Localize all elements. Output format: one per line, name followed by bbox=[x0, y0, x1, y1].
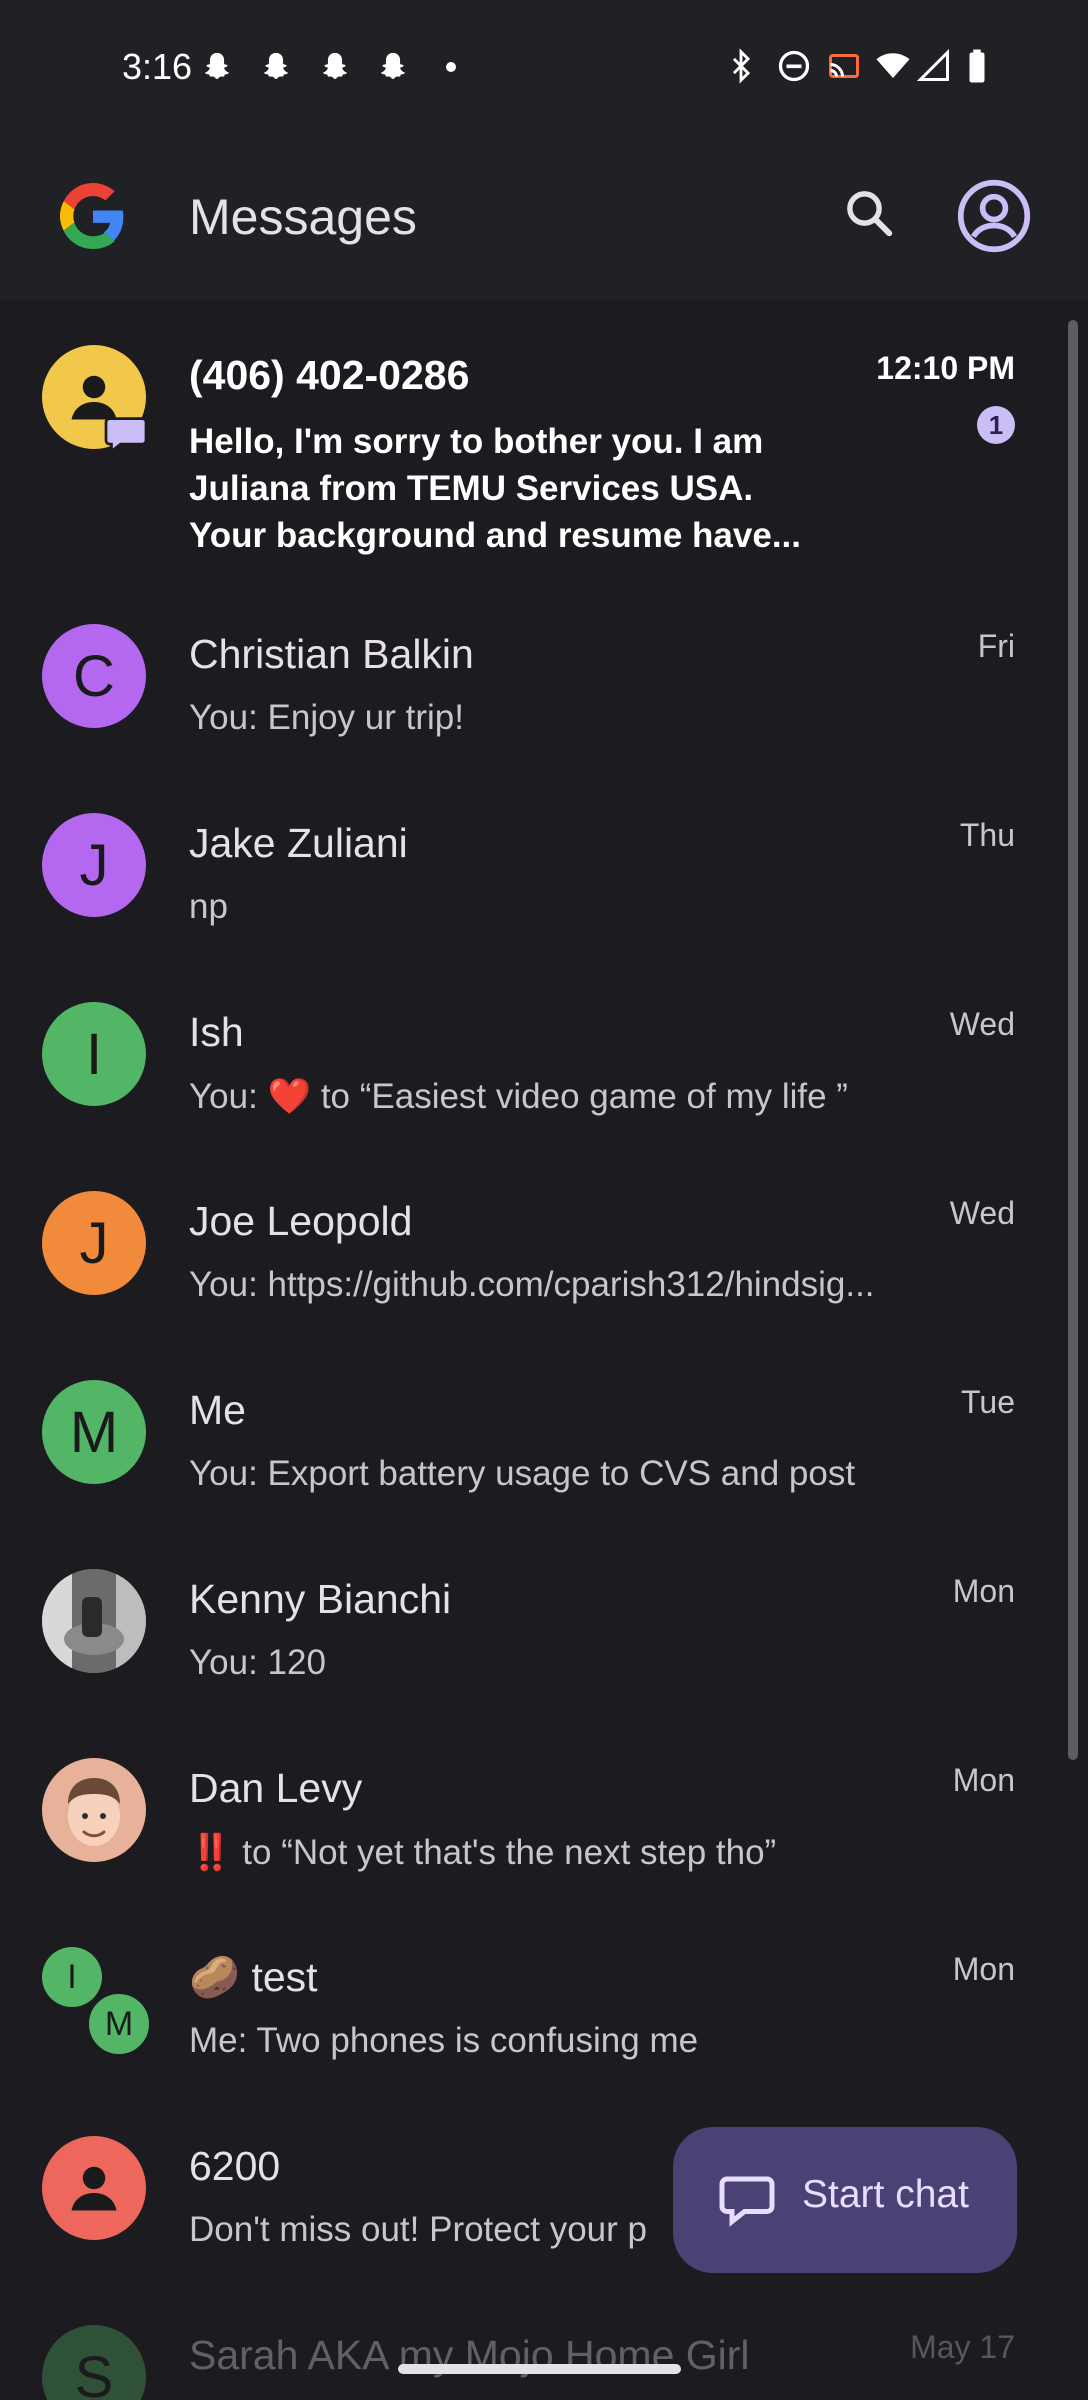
group-avatar-2: M bbox=[86, 1991, 152, 2057]
conversation-time: 12:10 PM bbox=[876, 350, 1015, 386]
conversation-time: Wed bbox=[949, 1195, 1015, 1231]
conversation-time: Mon bbox=[952, 1762, 1015, 1798]
avatar-photo bbox=[42, 1569, 146, 1673]
wifi-icon bbox=[876, 53, 910, 78]
snapchat-icon bbox=[263, 52, 289, 80]
conversation-row[interactable]: Dan Levy Mon ‼️ to “Not yet that's the n… bbox=[0, 1734, 1060, 1923]
conversation-preview: You: ❤️ to “Easiest video game of my lif… bbox=[189, 1077, 848, 1116]
account-icon[interactable] bbox=[956, 178, 1032, 254]
notification-dot-icon bbox=[446, 62, 456, 72]
avatar-memoji bbox=[42, 1758, 146, 1862]
snapchat-icon bbox=[322, 52, 348, 80]
conversation-name: 6200 bbox=[189, 2143, 281, 2189]
conversation-name: Dan Levy bbox=[189, 1765, 363, 1811]
avatar: I bbox=[42, 1002, 146, 1106]
conversation-name: 🥔 test bbox=[189, 1954, 318, 2000]
conversation-name: Ish bbox=[189, 1009, 244, 1055]
conversation-time: Mon bbox=[952, 1573, 1015, 1609]
photo-thumbnail bbox=[42, 1569, 146, 1673]
cast-icon bbox=[829, 54, 859, 78]
conversation-time: Mon bbox=[952, 1951, 1015, 1987]
home-indicator[interactable] bbox=[398, 2364, 681, 2374]
conversation-row[interactable]: I Ish Wed You: ❤️ to “Easiest video game… bbox=[0, 978, 1060, 1167]
unread-badge: 1 bbox=[977, 406, 1015, 444]
conversation-preview: np bbox=[189, 887, 228, 926]
do-not-disturb-icon bbox=[778, 50, 810, 82]
conversation-preview: Your background and resume have... bbox=[189, 516, 802, 555]
conversation-time: Fri bbox=[977, 628, 1015, 664]
conversation-name: Jake Zuliani bbox=[189, 820, 408, 866]
avatar: M bbox=[42, 1380, 146, 1484]
conversation-time: Wed bbox=[949, 1006, 1015, 1042]
app-title: Messages bbox=[189, 189, 417, 245]
memoji-face-icon bbox=[68, 1778, 120, 1846]
conversation-row[interactable]: (406) 402-0286 12:10 PM 1 Hello, I'm sor… bbox=[0, 300, 1060, 600]
avatar: C bbox=[42, 624, 146, 728]
conversation-preview: You: Export battery usage to CVS and pos… bbox=[189, 1454, 856, 1493]
search-icon[interactable] bbox=[842, 186, 896, 240]
conversation-preview: Juliana from TEMU Services USA. bbox=[189, 469, 754, 508]
conversation-row[interactable]: J Jake Zuliani Thu np bbox=[0, 789, 1060, 978]
conversation-preview: Hello, I'm sorry to bother you. I am bbox=[189, 422, 764, 461]
app-bar bbox=[0, 135, 1088, 300]
google-logo bbox=[60, 183, 124, 249]
conversation-preview: You: Enjoy ur trip! bbox=[189, 698, 464, 737]
conversation-time: Tue bbox=[961, 1384, 1015, 1420]
bluetooth-icon bbox=[732, 48, 751, 84]
conversation-name: Christian Balkin bbox=[189, 631, 474, 677]
cellular-icon bbox=[916, 48, 949, 81]
avatar: J bbox=[42, 813, 146, 917]
conversation-row[interactable]: Kenny Bianchi Mon You: 120 bbox=[0, 1545, 1060, 1734]
chat-bubble-icon bbox=[719, 2176, 775, 2227]
conversation-row[interactable]: J Joe Leopold Wed You: https://github.co… bbox=[0, 1167, 1060, 1356]
avatar: J bbox=[42, 1191, 146, 1295]
conversation-preview: You: 120 bbox=[189, 1643, 326, 1682]
conversation-name: (406) 402-0286 bbox=[189, 352, 470, 398]
conversation-time: May 17 bbox=[910, 2329, 1015, 2365]
person-icon bbox=[71, 2166, 117, 2211]
avatar bbox=[42, 2136, 146, 2240]
conversation-row[interactable]: C Christian Balkin Fri You: Enjoy ur tri… bbox=[0, 600, 1060, 789]
start-chat-button[interactable]: Start chat bbox=[673, 2127, 1017, 2273]
scrollbar[interactable] bbox=[1068, 320, 1078, 1760]
conversation-preview: Don't miss out! Protect your p bbox=[189, 2210, 647, 2249]
battery-icon bbox=[969, 49, 985, 83]
conversation-time: Thu bbox=[959, 817, 1015, 853]
conversation-name: Kenny Bianchi bbox=[189, 1576, 452, 1622]
status-time: 3:16 bbox=[122, 46, 193, 87]
conversation-preview: You: https://github.com/cparish312/hinds… bbox=[189, 1265, 875, 1304]
conversation-list[interactable]: (406) 402-0286 12:10 PM 1 Hello, I'm sor… bbox=[0, 300, 1088, 2400]
chat-badge-icon bbox=[104, 417, 148, 455]
conversation-row[interactable]: M Me Tue You: Export battery usage to CV… bbox=[0, 1356, 1060, 1545]
avatar: S bbox=[42, 2325, 146, 2400]
group-avatar-1: I bbox=[42, 1947, 102, 2007]
conversation-preview: Me: Two phones is confusing me bbox=[189, 2021, 699, 2060]
snapchat-icon bbox=[380, 52, 406, 80]
conversation-row[interactable]: S Sarah AKA my Mojo Home Girl May 17 bbox=[0, 2301, 1060, 2400]
conversation-name: Me bbox=[189, 1387, 246, 1433]
conversation-name: Joe Leopold bbox=[189, 1198, 413, 1244]
conversation-preview: ‼️ to “Not yet that's the next step tho” bbox=[189, 1833, 777, 1872]
start-chat-label: Start chat bbox=[802, 2173, 969, 2216]
snapchat-icon bbox=[204, 52, 230, 80]
conversation-row[interactable]: I M 🥔 test Mon Me: Two phones is confusi… bbox=[0, 1923, 1060, 2112]
